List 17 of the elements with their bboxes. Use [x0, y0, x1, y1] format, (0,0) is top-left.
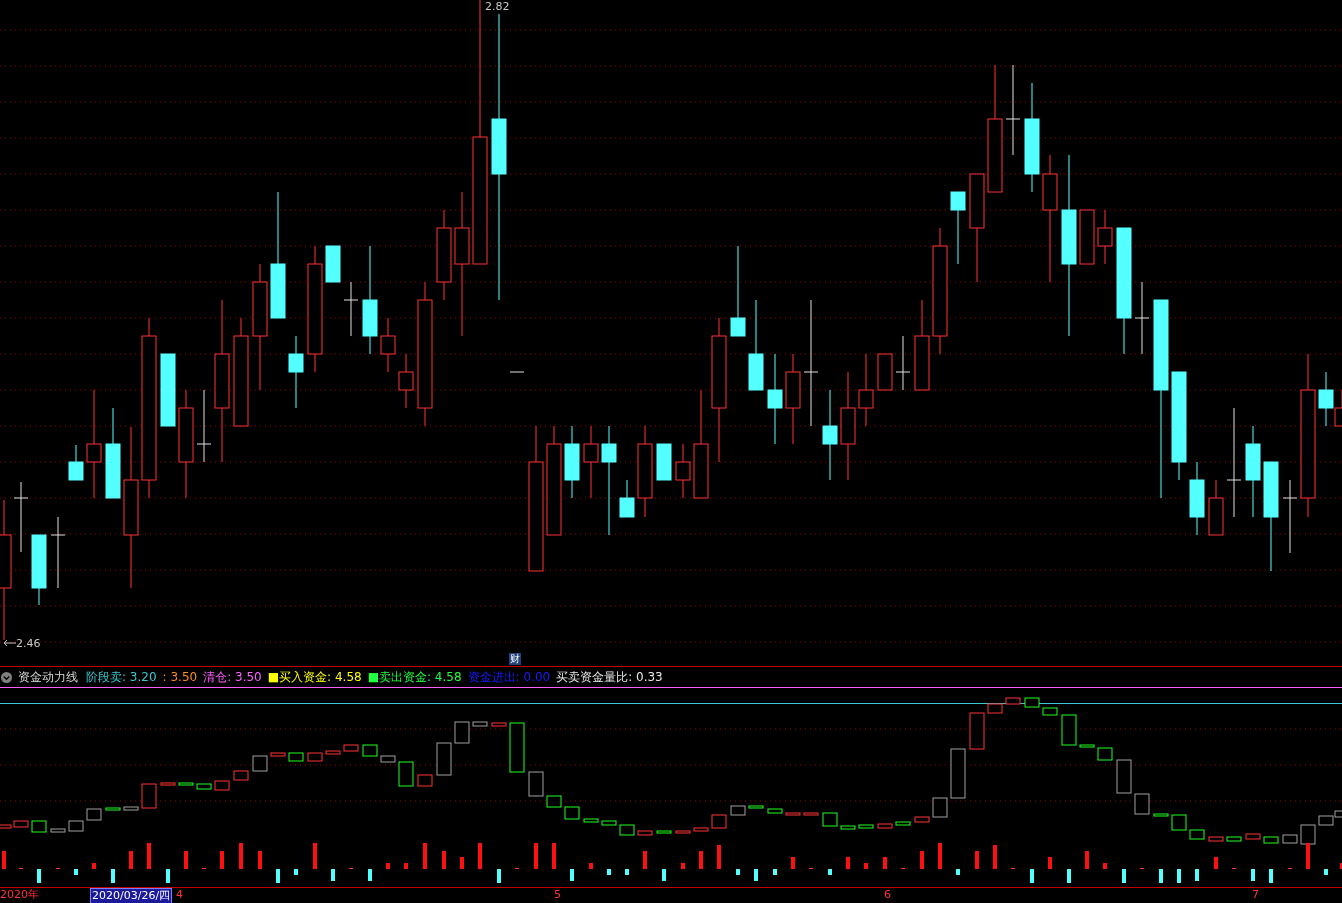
indicator-value: : 3.50: [162, 670, 198, 684]
indicator-value: 清仓: 3.50: [203, 670, 262, 684]
indicator-value: 资金进出: 0.00: [467, 670, 551, 684]
high-price-label: 2.82: [484, 0, 511, 14]
indicator-value: 买卖资金量比: 0.33: [556, 670, 663, 684]
indicator-value: ■卖出资金: 4.58: [367, 670, 462, 684]
time-axis-label: 2020/03/26/四: [90, 888, 173, 903]
time-axis-label: 2020年: [0, 888, 39, 902]
low-price-label: 2.46: [16, 637, 41, 651]
time-axis-label: 5: [554, 888, 561, 902]
indicator-value: 阶段卖: 3.20: [86, 670, 157, 684]
time-axis-label: 7: [1252, 888, 1259, 902]
indicator-name: 资金动力线: [18, 670, 78, 684]
time-axis-label: 6: [884, 888, 891, 902]
time-axis-label: 4: [176, 888, 183, 902]
signal-marker: 财: [509, 653, 521, 665]
indicator-value: ■买入资金: 4.58: [267, 670, 362, 684]
